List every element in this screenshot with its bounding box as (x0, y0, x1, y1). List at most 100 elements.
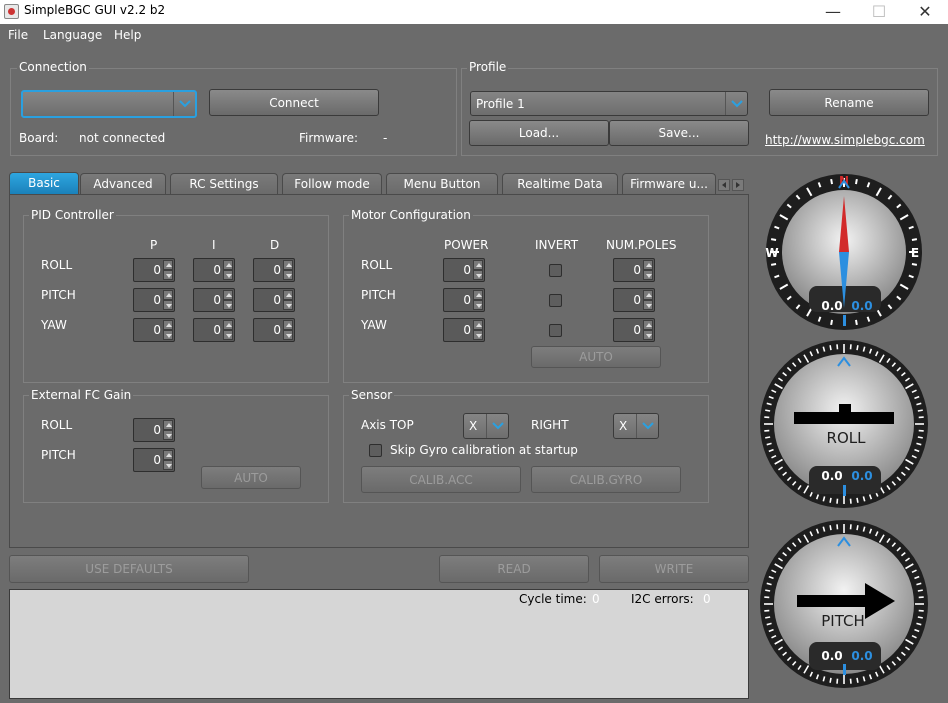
pid-header-p: P (150, 238, 158, 252)
gauge-tick (856, 497, 859, 503)
gauge-tick (856, 677, 859, 683)
cycle-time-label: Cycle time: (519, 592, 587, 606)
gauge-tick (917, 436, 923, 439)
connection-label: Connection (17, 60, 89, 74)
title-bar: SimpleBGC GUI v2.2 b2 — ☐ ✕ (0, 0, 948, 24)
motor-header-power: POWER (444, 238, 489, 252)
board-value: not connected (79, 131, 166, 145)
motor-pitch-poles[interactable]: 0 (613, 288, 655, 312)
pitch-gauge: PITCH 0.0 0.0 (760, 520, 928, 688)
pid-roll-p[interactable]: 0 (133, 258, 175, 282)
motor-pitch-power[interactable]: 0 (443, 288, 485, 312)
compass-w-label: W (765, 246, 778, 260)
calib-acc-button[interactable]: CALIB.ACC (361, 466, 521, 493)
gauge-tick (829, 345, 832, 351)
menu-file[interactable]: File (8, 28, 28, 42)
gauge-tick (829, 677, 832, 683)
tab-rc-settings[interactable]: RC Settings (170, 173, 278, 195)
tab-scroll-right-icon[interactable] (732, 179, 744, 191)
axis-top-label: Axis TOP (361, 418, 414, 432)
write-button[interactable]: WRITE (599, 555, 749, 583)
tab-realtime-data[interactable]: Realtime Data (502, 173, 618, 195)
menu-help[interactable]: Help (114, 28, 141, 42)
sensor-label: Sensor (349, 388, 395, 402)
motor-yaw-power[interactable]: 0 (443, 318, 485, 342)
fc-pitch-gain[interactable]: 0 (133, 448, 175, 472)
fc-roll-gain[interactable]: 0 (133, 418, 175, 442)
pid-yaw-i[interactable]: 0 (193, 318, 235, 342)
gauge-tick (830, 178, 834, 185)
fc-row-roll: ROLL (41, 418, 73, 432)
motor-pitch-invert-checkbox[interactable] (549, 294, 562, 307)
close-button[interactable]: ✕ (902, 0, 948, 24)
motor-roll-poles[interactable]: 0 (613, 258, 655, 282)
gauge-tick (829, 525, 832, 531)
read-button[interactable]: READ (439, 555, 589, 583)
motor-yaw-poles[interactable]: 0 (613, 318, 655, 342)
fc-row-pitch: PITCH (41, 448, 76, 462)
gauge-tick (829, 497, 832, 503)
motor-auto-button[interactable]: AUTO (531, 346, 661, 368)
compass-value-2: 0.0 (851, 299, 872, 313)
gauge-tick (856, 525, 859, 531)
board-label: Board: (19, 131, 59, 145)
pid-header-d: D (270, 238, 280, 252)
port-select[interactable] (21, 90, 197, 118)
axis-right-select[interactable]: X (613, 413, 659, 439)
chevron-down-icon (636, 414, 658, 438)
gauge-tick (856, 345, 859, 351)
chevron-down-icon (486, 414, 508, 438)
minimize-button[interactable]: — (810, 0, 856, 24)
pid-header-i: I (212, 238, 216, 252)
pid-yaw-d[interactable]: 0 (253, 318, 295, 342)
tab-firmware-upgrade[interactable]: Firmware u... (622, 173, 716, 195)
connect-button[interactable]: Connect (209, 89, 379, 116)
tab-basic[interactable]: Basic (9, 172, 79, 195)
pitch-value-1: 0.0 (821, 649, 842, 663)
pid-roll-i[interactable]: 0 (193, 258, 235, 282)
pid-label: PID Controller (29, 208, 116, 222)
gauges-panel: N E W 0.0 0.0 ROLL 0.0 0.0 PITCH 0.0 0.0 (760, 174, 928, 688)
pid-pitch-d[interactable]: 0 (253, 288, 295, 312)
i2c-errors-label: I2C errors: (631, 592, 694, 606)
rename-button[interactable]: Rename (769, 89, 929, 116)
skip-gyro-checkbox[interactable] (369, 444, 382, 457)
tab-advanced[interactable]: Advanced (80, 173, 166, 195)
axis-top-select[interactable]: X (463, 413, 509, 439)
pid-roll-d[interactable]: 0 (253, 258, 295, 282)
motor-roll-power[interactable]: 0 (443, 258, 485, 282)
pitch-value-2: 0.0 (851, 649, 872, 663)
external-fc-label: External FC Gain (29, 388, 134, 402)
gauge-tick (770, 262, 777, 266)
maximize-button[interactable]: ☐ (856, 0, 902, 24)
tab-scroll-left-icon[interactable] (718, 179, 730, 191)
motor-label: Motor Configuration (349, 208, 473, 222)
tab-menu-button[interactable]: Menu Button (386, 173, 498, 195)
tab-follow-mode[interactable]: Follow mode (282, 173, 382, 195)
chevron-down-icon (725, 92, 747, 115)
website-link[interactable]: http://www.simplebgc.com (765, 133, 925, 147)
pitch-label: PITCH (821, 612, 865, 630)
menu-language[interactable]: Language (43, 28, 102, 42)
gauge-tick (830, 319, 834, 326)
motor-row-roll: ROLL (361, 258, 393, 272)
motor-header-poles: NUM.POLES (606, 238, 677, 252)
gauge-tick (917, 409, 923, 412)
use-defaults-button[interactable]: USE DEFAULTS (9, 555, 249, 583)
pid-pitch-i[interactable]: 0 (193, 288, 235, 312)
gauge-tick (770, 238, 777, 242)
motor-yaw-invert-checkbox[interactable] (549, 324, 562, 337)
save-button[interactable]: Save... (609, 120, 749, 146)
load-button[interactable]: Load... (469, 120, 609, 146)
skip-gyro-label: Skip Gyro calibration at startup (390, 443, 578, 457)
pid-pitch-p[interactable]: 0 (133, 288, 175, 312)
gauge-tick (765, 436, 771, 439)
calib-gyro-button[interactable]: CALIB.GYRO (531, 466, 681, 493)
cycle-time-value: 0 (592, 592, 600, 606)
gauge-tick (917, 616, 923, 619)
pid-yaw-p[interactable]: 0 (133, 318, 175, 342)
fc-auto-button[interactable]: AUTO (201, 466, 301, 489)
gauge-tick (854, 319, 858, 326)
motor-roll-invert-checkbox[interactable] (549, 264, 562, 277)
profile-select[interactable]: Profile 1 (470, 91, 748, 116)
